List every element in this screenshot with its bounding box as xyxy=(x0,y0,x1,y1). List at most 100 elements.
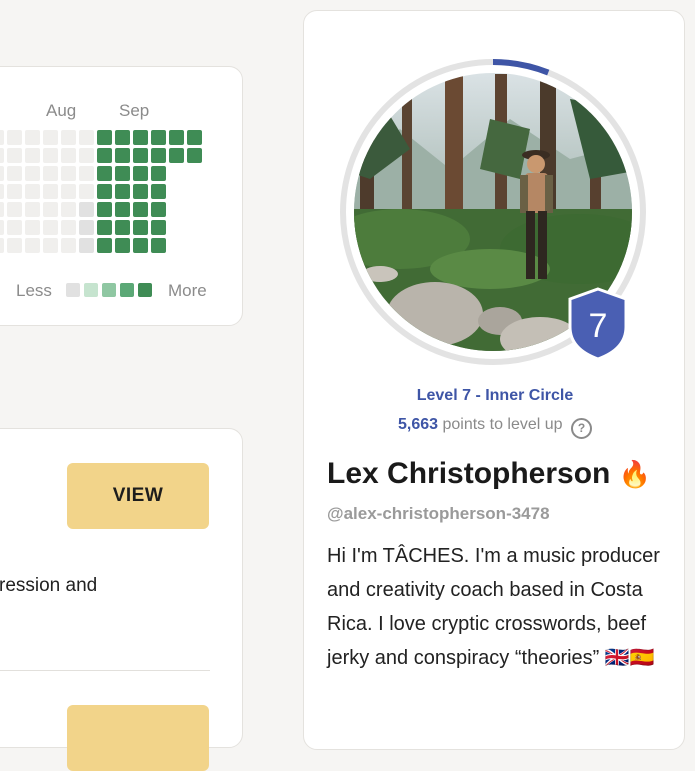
avatar[interactable]: 7 xyxy=(340,59,646,365)
heatmap-cell xyxy=(25,130,40,145)
heatmap-cell xyxy=(97,130,112,145)
points-to-level-up: 5,663 points to level up ? xyxy=(304,416,686,439)
legend-level-4 xyxy=(138,283,152,297)
heatmap-cell xyxy=(151,148,166,163)
divider xyxy=(0,670,210,671)
heatmap-cell xyxy=(79,238,94,253)
heatmap-cell xyxy=(97,148,112,163)
heatmap-cell xyxy=(79,202,94,217)
heatmap-cell xyxy=(0,202,4,217)
legend-less-label: Less xyxy=(16,281,52,300)
legend-level-2 xyxy=(102,283,116,297)
heatmap-cell xyxy=(151,220,166,235)
heatmap-cell xyxy=(169,130,184,145)
heatmap-cell xyxy=(133,130,148,145)
heatmap-cell xyxy=(0,130,4,145)
heatmap-cell xyxy=(151,202,166,217)
heatmap-cell xyxy=(7,238,22,253)
heatmap-cell xyxy=(187,130,202,145)
heatmap-cell xyxy=(115,148,130,163)
heatmap-cell xyxy=(115,184,130,199)
heatmap-cell xyxy=(25,220,40,235)
view-button-2[interactable] xyxy=(67,705,209,771)
level-badge-number: 7 xyxy=(589,307,608,345)
heatmap-cell xyxy=(115,238,130,253)
month-label-sep: Sep xyxy=(119,101,150,120)
avatar-image: 7 xyxy=(340,59,646,365)
heatmap-cell xyxy=(133,220,148,235)
heatmap-cell xyxy=(7,130,22,145)
heatmap-cell xyxy=(133,238,148,253)
heatmap-cell xyxy=(133,166,148,181)
heatmap-cell xyxy=(61,202,76,217)
heatmap-cell xyxy=(61,220,76,235)
legend-level-3 xyxy=(120,283,134,297)
heatmap-cell xyxy=(79,166,94,181)
view-button[interactable]: VIEW xyxy=(67,463,209,529)
heatmap-cell xyxy=(61,166,76,181)
heatmap-cell xyxy=(61,130,76,145)
heatmap-cell xyxy=(7,166,22,181)
heatmap-cell xyxy=(133,148,148,163)
heatmap-cell xyxy=(151,238,166,253)
profile-card: 7 Level 7 - Inner Circle 5,663 points to… xyxy=(303,10,685,750)
heatmap-cell xyxy=(79,148,94,163)
challenge-description: ression and xyxy=(0,575,98,596)
help-icon[interactable]: ? xyxy=(571,418,593,439)
heatmap-cell xyxy=(0,166,4,181)
profile-bio: Hi I'm TÂCHES. I'm a music producer and … xyxy=(327,545,660,669)
heatmap-cell xyxy=(7,148,22,163)
heatmap-cell xyxy=(43,166,58,181)
heatmap-cell xyxy=(61,184,76,199)
heatmap-cell xyxy=(43,202,58,217)
heatmap-cell xyxy=(25,166,40,181)
points-number: 5,663 xyxy=(397,416,439,433)
heatmap-cell xyxy=(79,220,94,235)
heatmap-cell xyxy=(151,166,166,181)
level-title[interactable]: Level 7 - Inner Circle xyxy=(304,387,686,405)
heatmap-cell xyxy=(115,202,130,217)
heatmap-cell xyxy=(115,130,130,145)
heatmap-cell xyxy=(43,130,58,145)
heatmap-cell xyxy=(97,202,112,217)
heatmap-cell xyxy=(79,130,94,145)
heatmap-cell xyxy=(187,148,202,163)
profile-handle[interactable]: @alex-christopherson-3478 xyxy=(327,504,550,524)
heatmap-cell xyxy=(0,238,4,253)
heatmap-cell xyxy=(0,220,4,235)
heatmap-cell xyxy=(0,184,4,199)
legend-level-1 xyxy=(84,283,98,297)
heatmap-cell xyxy=(61,148,76,163)
heatmap-cell xyxy=(25,148,40,163)
heatmap-cell xyxy=(151,130,166,145)
heatmap-cell xyxy=(133,202,148,217)
points-text: points to level up xyxy=(442,416,563,433)
heatmap-cell xyxy=(97,238,112,253)
heatmap-cell xyxy=(7,220,22,235)
heatmap-cell xyxy=(7,202,22,217)
fire-icon: 🔥 xyxy=(618,459,652,489)
heatmap-cell xyxy=(43,220,58,235)
month-label-aug: Aug xyxy=(46,101,77,120)
profile-name-text: Lex Christopherson xyxy=(327,457,611,490)
heatmap-cell xyxy=(61,238,76,253)
heatmap-cell xyxy=(43,238,58,253)
heatmap-cell xyxy=(7,184,22,199)
heatmap-cell xyxy=(151,184,166,199)
heatmap-cell xyxy=(79,184,94,199)
heatmap-cell xyxy=(97,184,112,199)
heatmap-cell xyxy=(133,184,148,199)
heatmap-cell xyxy=(97,220,112,235)
heatmap-cell xyxy=(43,184,58,199)
heatmap-cell xyxy=(115,220,130,235)
legend-level-0 xyxy=(66,283,80,297)
activity-card: Aug Sep Less More xyxy=(0,66,243,326)
heatmap-cell xyxy=(97,166,112,181)
heatmap-cell xyxy=(25,238,40,253)
heatmap-cell xyxy=(169,148,184,163)
challenge-card: VIEW ression and xyxy=(0,428,243,771)
heatmap-cell xyxy=(25,202,40,217)
profile-name: Lex Christopherson 🔥 xyxy=(327,457,651,491)
legend-more-label: More xyxy=(168,281,207,300)
heatmap-cell xyxy=(25,184,40,199)
